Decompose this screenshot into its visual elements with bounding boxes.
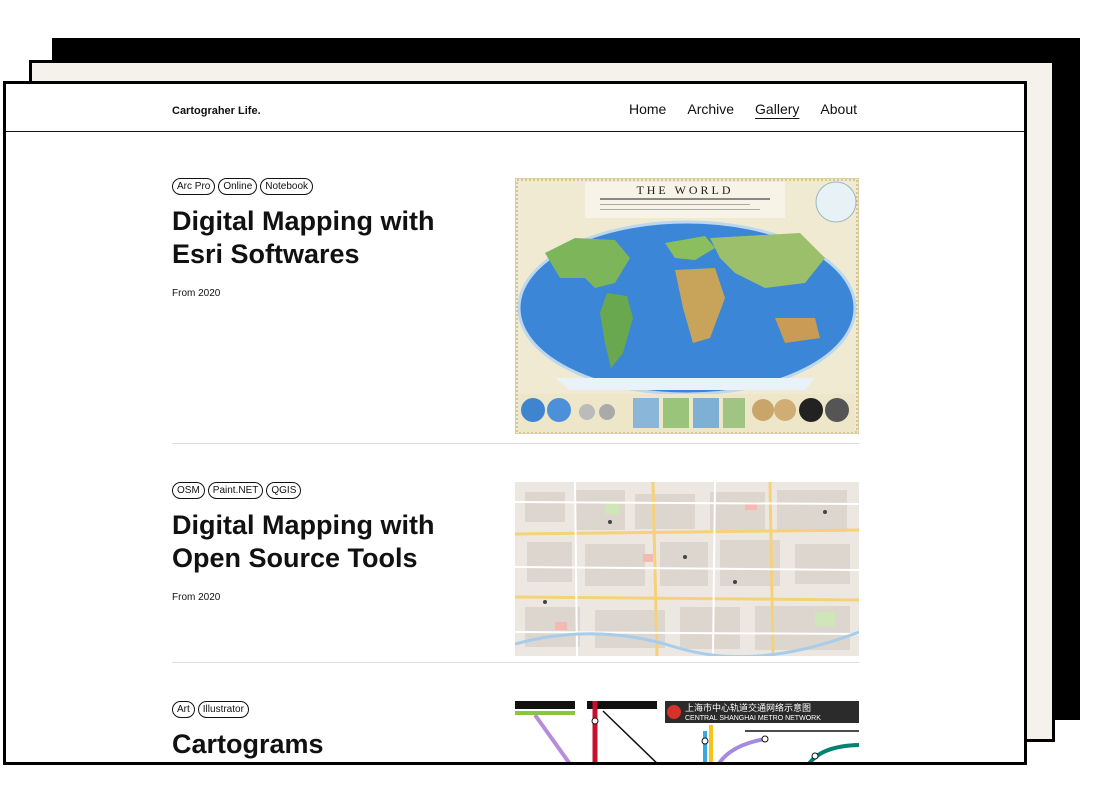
gallery-entry-open-source: OSM Paint.NET QGIS Digital Mapping with … — [172, 482, 859, 656]
tag-pill[interactable]: Online — [218, 178, 258, 195]
gallery-entry-esri: Arc Pro Online Notebook Digital Mapping … — [172, 178, 859, 434]
tag-pill[interactable]: Illustrator — [197, 701, 249, 718]
entry-divider — [172, 662, 859, 663]
main-nav: Home Archive Gallery About — [629, 101, 857, 117]
metro-heading-en: CENTRAL SHANGHAI METRO NETWORK — [685, 715, 821, 722]
browser-page: Cartograher Life. Home Archive Gallery A… — [3, 81, 1027, 765]
tag-pill[interactable]: Paint.NET — [207, 482, 264, 499]
entry-title[interactable]: Digital Mapping with Open Source Tools — [172, 509, 492, 575]
entry-title-line2: Open Source Tools — [172, 543, 418, 573]
entry-title[interactable]: Cartograms — [172, 728, 492, 761]
nav-gallery[interactable]: Gallery — [755, 101, 799, 117]
entry-title[interactable]: Digital Mapping with Esri Softwares — [172, 205, 492, 271]
entry-title-line1: Cartograms — [172, 729, 324, 759]
top-navbar: Cartograher Life. Home Archive Gallery A… — [6, 84, 1024, 132]
entry-divider — [172, 443, 859, 444]
map-heading: THE WORLD — [636, 183, 733, 197]
entry-title-line1: Digital Mapping with — [172, 510, 435, 540]
tag-pill[interactable]: Arc Pro — [172, 178, 216, 195]
tag-pill[interactable]: Notebook — [260, 178, 314, 195]
gallery-entry-cartograms: Art Illustrator Cartograms 上海市中心轨道交通网络示意… — [172, 701, 859, 762]
entry-title-line2: Esri Softwares — [172, 239, 360, 269]
nav-archive[interactable]: Archive — [687, 101, 734, 117]
tag-pill[interactable]: Art — [172, 701, 195, 718]
tag-pill[interactable]: OSM — [172, 482, 205, 499]
world-map-thumbnail[interactable]: THE WORLD — [515, 178, 859, 434]
nav-about[interactable]: About — [820, 101, 857, 117]
site-brand[interactable]: Cartograher Life. — [172, 105, 261, 117]
street-map-thumbnail[interactable] — [515, 482, 859, 656]
tag-pill[interactable]: QGIS — [266, 482, 302, 499]
nav-home[interactable]: Home — [629, 101, 666, 117]
entry-title-line1: Digital Mapping with — [172, 206, 435, 236]
metro-map-thumbnail[interactable]: 上海市中心轨道交通网络示意图 CENTRAL SHANGHAI METRO NE… — [515, 701, 859, 765]
metro-heading-cn: 上海市中心轨道交通网络示意图 — [685, 702, 811, 713]
